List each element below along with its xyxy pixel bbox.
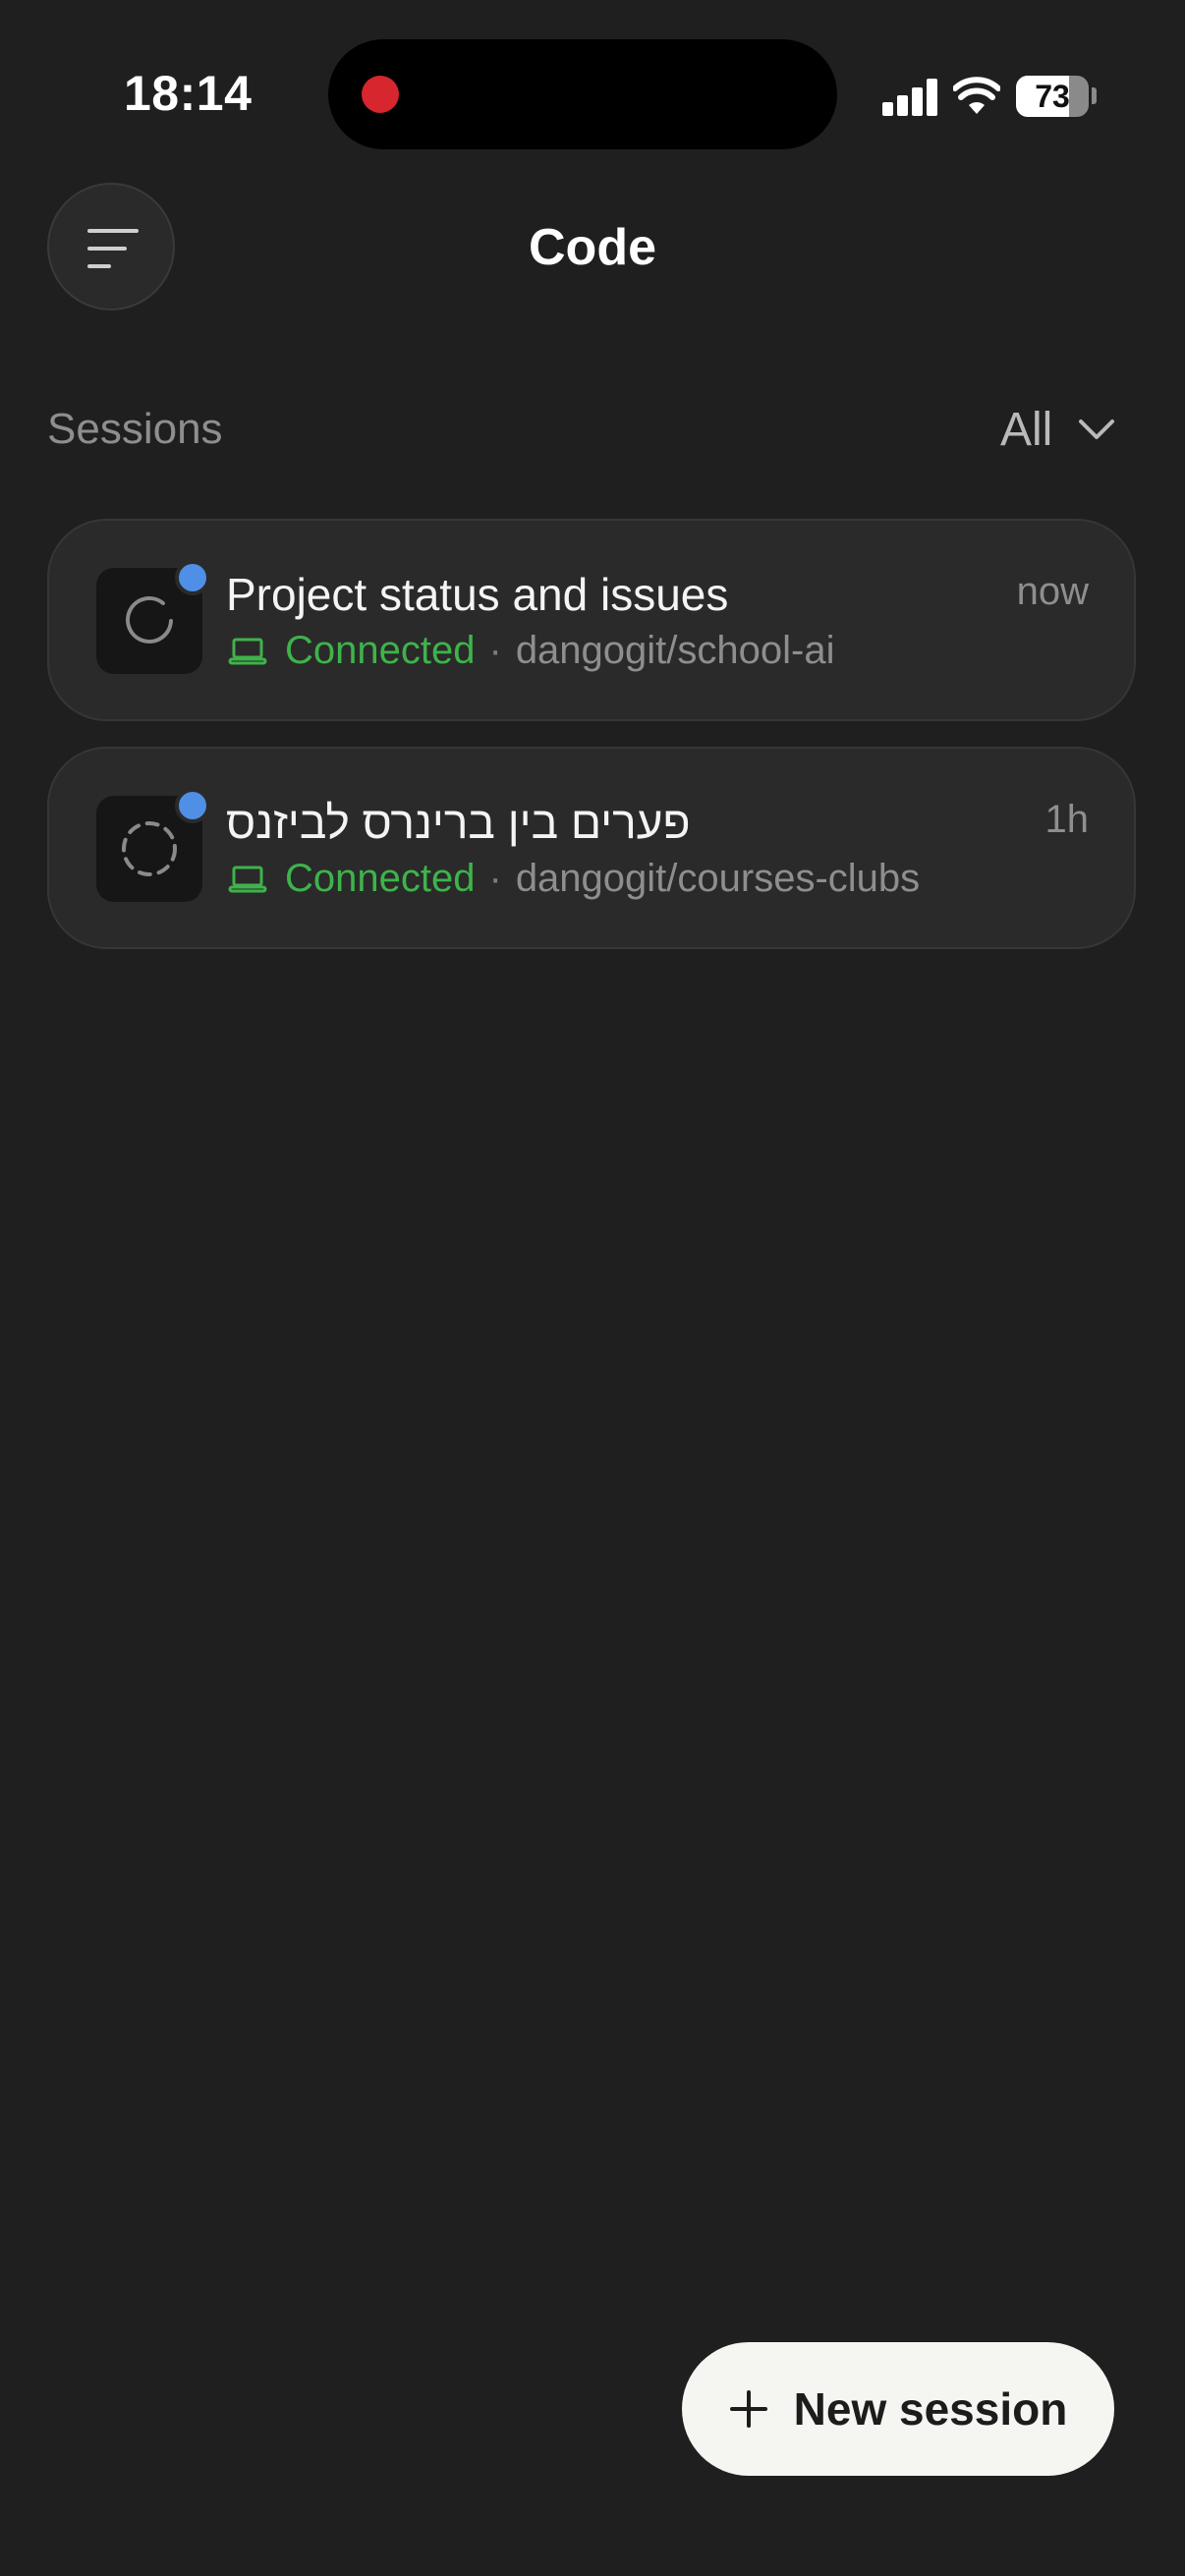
plus-icon — [729, 2390, 767, 2428]
meta-separator: · — [488, 857, 502, 900]
page-title: Code — [529, 219, 656, 276]
battery-icon: 73 — [1016, 76, 1089, 117]
session-meta: Connected · dangogit/school-ai — [228, 629, 834, 673]
recording-indicator-icon — [362, 76, 399, 113]
unread-indicator — [175, 560, 210, 595]
battery-percent: 73 — [1035, 79, 1070, 114]
repo-name: dangogit/school-ai — [515, 629, 835, 672]
dashed-circle-icon — [122, 821, 177, 876]
spinner-icon — [126, 595, 173, 644]
dynamic-island — [328, 39, 837, 149]
wifi-icon — [953, 77, 1000, 114]
status-time: 18:14 — [124, 66, 253, 121]
session-meta: Connected · dangogit/courses-clubs — [228, 857, 920, 901]
new-session-button[interactable]: New session — [682, 2342, 1114, 2476]
session-time: now — [1016, 570, 1089, 613]
unread-indicator — [175, 788, 210, 823]
meta-separator: · — [488, 629, 502, 672]
laptop-icon — [228, 638, 267, 664]
connection-status: Connected — [285, 857, 476, 900]
session-title: Project status and issues — [226, 569, 729, 620]
new-session-label: New session — [793, 2383, 1068, 2435]
battery-nub — [1092, 87, 1097, 104]
laptop-icon — [228, 866, 267, 892]
filter-label: All — [1000, 403, 1053, 456]
chevron-down-icon — [1079, 420, 1115, 439]
cellular-signal-icon — [882, 79, 939, 116]
repo-name: dangogit/courses-clubs — [515, 857, 921, 900]
session-card[interactable]: Project status and issues now Connected … — [47, 519, 1136, 721]
connection-status: Connected — [285, 629, 476, 672]
sessions-filter-dropdown[interactable]: All — [1000, 401, 1115, 458]
sessions-heading: Sessions — [47, 405, 223, 453]
session-title: פערים בין ברינרס לביזנס — [226, 797, 691, 848]
session-card[interactable]: פערים בין ברינרס לביזנס 1h Connected · d… — [47, 747, 1136, 949]
session-time: 1h — [1044, 798, 1090, 841]
